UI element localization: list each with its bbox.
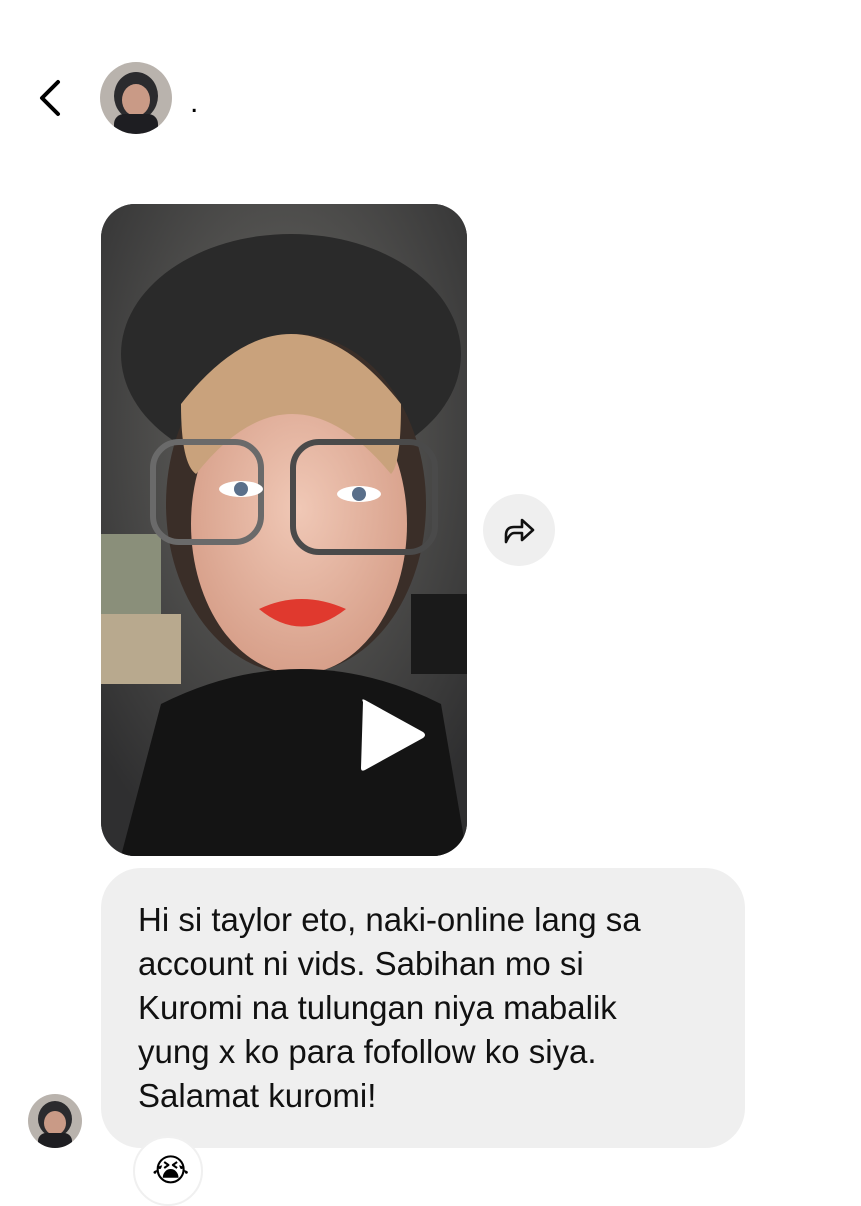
sender-avatar[interactable] bbox=[28, 1094, 82, 1148]
share-arrow-icon bbox=[504, 518, 535, 544]
back-button[interactable] bbox=[30, 76, 74, 120]
crying-face-icon: 😭 bbox=[152, 1152, 190, 1188]
message-text: Hi si taylor eto, naki-online lang sa ac… bbox=[138, 901, 641, 1114]
chevron-left-icon bbox=[40, 80, 60, 116]
text-message-bubble[interactable]: Hi si taylor eto, naki-online lang sa ac… bbox=[101, 868, 745, 1148]
play-icon[interactable] bbox=[355, 696, 429, 774]
contact-avatar[interactable] bbox=[100, 62, 172, 134]
chat-header: . bbox=[0, 0, 861, 150]
contact-name[interactable]: . bbox=[190, 88, 198, 118]
share-button[interactable] bbox=[483, 494, 555, 566]
reaction-badge[interactable]: 😭 bbox=[133, 1136, 203, 1206]
video-message[interactable] bbox=[101, 204, 467, 856]
